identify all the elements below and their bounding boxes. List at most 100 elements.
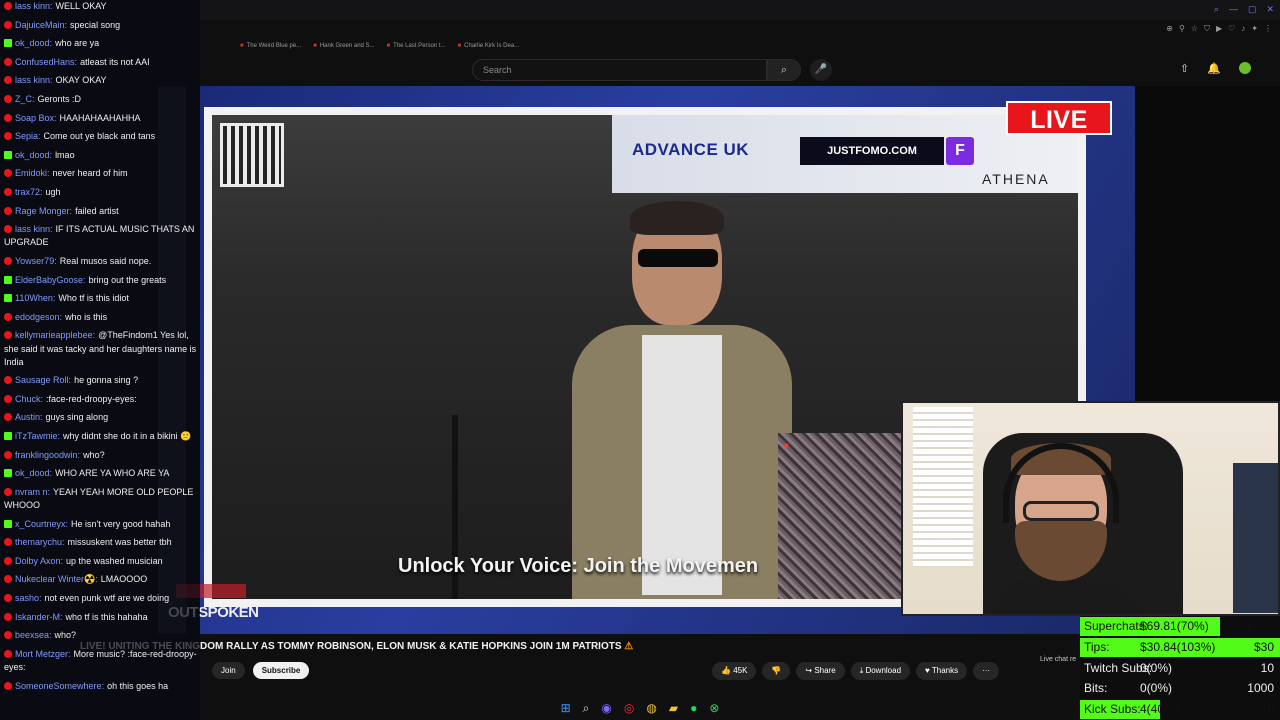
more-button[interactable]: ···	[973, 662, 1000, 680]
warning-icon: ⚠	[621, 641, 634, 652]
webcam-overlay	[901, 401, 1280, 616]
download-label: Download	[865, 666, 902, 675]
app-icon-opera[interactable]: ◎	[624, 701, 634, 715]
search-icon[interactable]: ⌕	[1214, 4, 1219, 15]
chat-username[interactable]: sasho	[15, 593, 42, 603]
chat-username[interactable]: Emidoki	[15, 168, 50, 178]
bookmark-item[interactable]: Charlie Kirk Is Dea...	[458, 43, 519, 49]
app-icon-spotify[interactable]: ●	[690, 701, 697, 715]
chat-username[interactable]: lass kinn	[15, 1, 53, 11]
chat-message: Yowser79Real musos said nope.	[4, 255, 200, 268]
chat-username[interactable]: nvram n	[15, 487, 50, 497]
chat-username[interactable]: iTzTawmie	[15, 431, 60, 441]
app-icon-discord[interactable]: ◉	[601, 701, 611, 715]
chat-message: Rage Mongerfailed artist	[4, 205, 200, 218]
thanks-button[interactable]: ♥ Thanks	[916, 662, 968, 680]
play-icon[interactable]: ▶	[1216, 24, 1222, 34]
audio-icon[interactable]: ♪	[1241, 24, 1245, 34]
chat-text: who are ya	[55, 38, 100, 49]
chat-username[interactable]: 110When	[15, 293, 55, 303]
chat-message: lass kinnOKAY OKAY	[4, 74, 200, 87]
app-icon-xbox[interactable]: ⊗	[709, 701, 719, 715]
chat-message: Austinguys sing along	[4, 411, 200, 424]
join-button[interactable]: Join	[212, 662, 245, 679]
youtube-icon	[4, 487, 12, 496]
chat-username[interactable]: lass kinn	[15, 75, 53, 85]
chat-username[interactable]: Mort Metzger	[15, 649, 71, 659]
bookmark-icon[interactable]: ☆	[1191, 24, 1198, 34]
chat-username[interactable]: Chuck	[15, 394, 43, 404]
chat-username[interactable]: Yowser79	[15, 256, 57, 266]
chat-message: Mort MetzgerMore music? :face-red-droopy…	[4, 648, 200, 674]
taskbar-search-icon[interactable]: ⌕	[583, 701, 590, 716]
chat-username[interactable]: beexsea	[15, 630, 52, 640]
pin-icon[interactable]: ⚲	[1179, 24, 1185, 34]
avatar[interactable]	[1238, 62, 1251, 74]
chat-text: missuskent was better tbh	[67, 537, 172, 548]
chat-username[interactable]: Dolby Axon	[15, 556, 63, 566]
maximize-icon[interactable]: ▢	[1248, 4, 1257, 15]
chat-username[interactable]: Nukeclear Winter☢️	[15, 574, 98, 584]
kick-icon	[4, 275, 12, 284]
chat-username[interactable]: franklingoodwin	[15, 450, 80, 460]
windows-start-icon[interactable]: ⊞	[561, 701, 571, 715]
chat-text: guys sing along	[45, 412, 109, 423]
dislike-button[interactable]: 👎	[762, 662, 791, 680]
search-button[interactable]: ⌕	[767, 59, 801, 81]
heart-icon[interactable]: ♡	[1228, 24, 1235, 34]
folder-icon[interactable]: ▰	[669, 701, 678, 715]
chat-message: Sausage Rollhe gonna sing ?	[4, 374, 200, 387]
chat-username[interactable]: SomeoneSomewhere	[15, 681, 104, 691]
chat-username[interactable]: Rage Monger	[15, 206, 72, 216]
chat-username[interactable]: ok_dood	[15, 150, 52, 160]
chat-username[interactable]: ok_dood	[15, 38, 52, 48]
subscribe-button[interactable]: Subscribe	[252, 662, 310, 679]
thumbs-down-icon: 👎	[771, 666, 782, 675]
share-button[interactable]: ↪ Share	[796, 662, 845, 680]
chat-username[interactable]: Sepia	[15, 131, 41, 141]
chat-username[interactable]: Iskander-M	[15, 612, 63, 622]
chat-username[interactable]: Soap Box	[15, 113, 57, 123]
chat-username[interactable]: kellymarieapplebee	[15, 330, 95, 340]
chat-message: DajuiceMainspecial song	[4, 19, 200, 32]
bell-icon[interactable]: 🔔	[1207, 62, 1221, 75]
chat-text: not even punk wtf are we doing	[44, 593, 170, 604]
chat-text: Come out ye black and tans	[43, 131, 156, 142]
channel-actions: Join Subscribe	[212, 662, 310, 679]
zoom-icon[interactable]: ⊕	[1166, 24, 1173, 34]
close-icon[interactable]: ✕	[1266, 4, 1274, 15]
menu-icon[interactable]: ⋮	[1264, 24, 1272, 34]
live-badge: LIVE	[1006, 101, 1112, 135]
goal-target: 1000	[1247, 681, 1274, 696]
goals-panel: Superchats: $69.81(70%) $100 Tips: $30.84(10…	[1080, 616, 1280, 720]
chat-username[interactable]: ConfusedHans	[15, 57, 77, 67]
like-button[interactable]: 👍 45K	[712, 662, 757, 680]
chat-username[interactable]: themarychu	[15, 537, 65, 547]
chat-username[interactable]: ElderBabyGoose	[15, 275, 86, 285]
chat-username[interactable]: x_Courtneyx	[15, 519, 68, 529]
shield-icon[interactable]: ⛉	[1204, 24, 1210, 34]
goal-label: Kick Subs:	[1084, 702, 1141, 717]
chat-username[interactable]: edodgeson	[15, 312, 62, 322]
upload-icon[interactable]: ⇧	[1180, 62, 1189, 75]
chat-username[interactable]: Austin	[15, 412, 43, 422]
app-icon-chrome[interactable]: ◍	[646, 701, 656, 715]
chat-username[interactable]: Sausage Roll	[15, 375, 71, 385]
chat-message: nvram nYEAH YEAH MORE OLD PEOPLE WHOOO	[4, 486, 200, 512]
bookmark-item[interactable]: Hank Green and S...	[313, 43, 375, 49]
download-button[interactable]: ⤓ Download	[850, 662, 911, 680]
chat-username[interactable]: DajuiceMain	[15, 20, 67, 30]
chat-username[interactable]: lass kinn	[15, 224, 53, 234]
chat-text: Real musos said nope.	[59, 255, 152, 266]
voice-search-button[interactable]: 🎤	[810, 59, 832, 81]
chat-message: Iskander-Mwho tf is this hahaha	[4, 611, 200, 624]
chat-username[interactable]: ok_dood	[15, 468, 52, 478]
extension-icon[interactable]: ✦	[1251, 24, 1258, 34]
search-input[interactable]: Search	[472, 59, 767, 81]
chat-username[interactable]: Z_C	[15, 94, 35, 104]
minimize-icon[interactable]: —	[1229, 4, 1238, 15]
bookmark-item[interactable]: The Last Person t...	[387, 43, 445, 49]
chat-username[interactable]: trax72	[15, 187, 43, 197]
chat-message: trax72ugh	[4, 186, 200, 199]
bookmark-item[interactable]: The Weird Blue pe...	[240, 43, 302, 49]
